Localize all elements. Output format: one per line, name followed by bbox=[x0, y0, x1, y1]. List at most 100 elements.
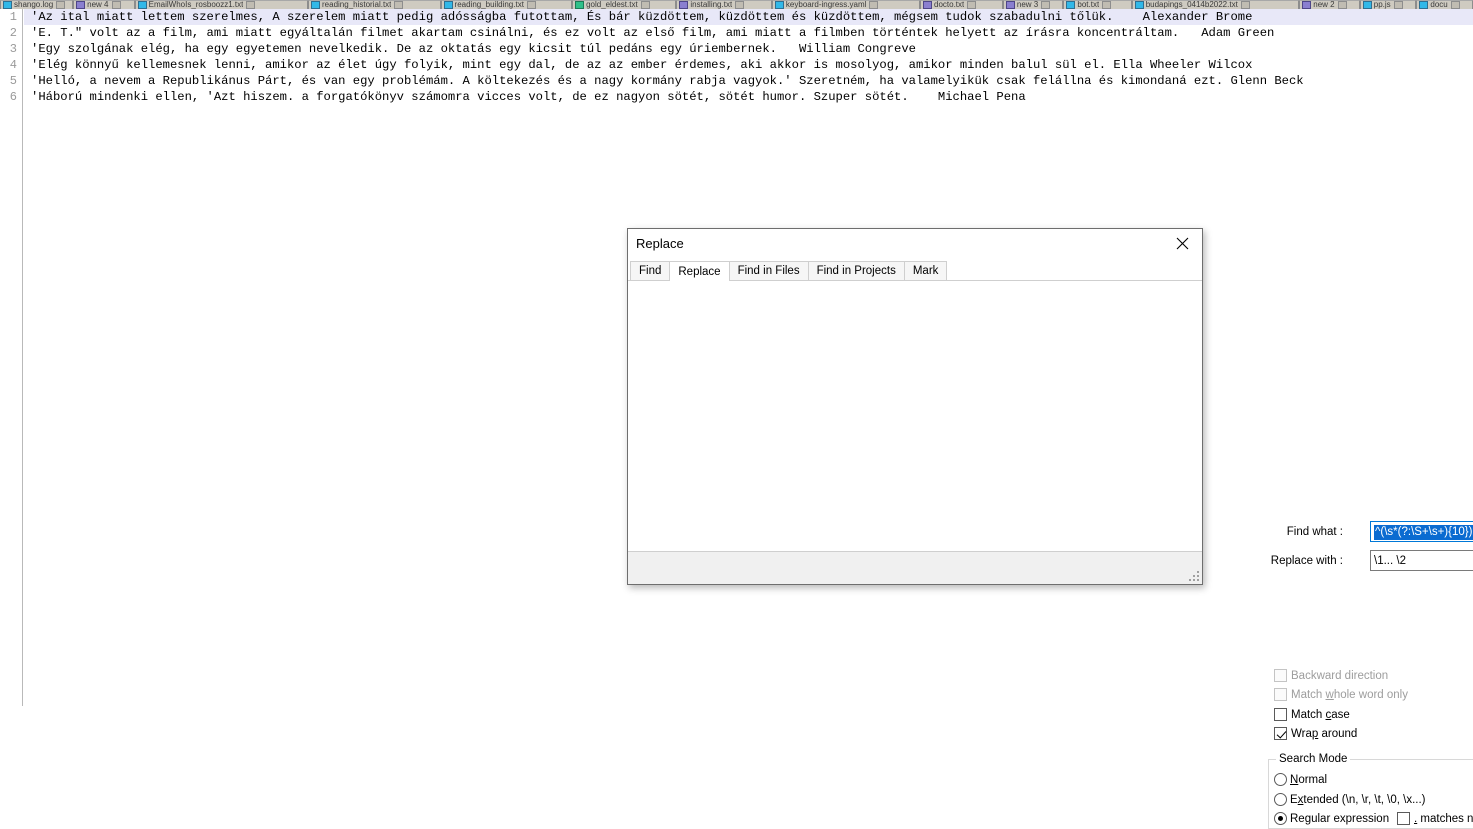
file-icon bbox=[1005, 1, 1015, 9]
replace-with-label: Replace with : bbox=[1270, 555, 1343, 567]
code-line[interactable]: 'Helló, a nevem a Republikánus Párt, és … bbox=[24, 73, 1473, 89]
close-icon[interactable] bbox=[967, 1, 977, 9]
dot-matches-newline-checkbox[interactable]: . matches newline bbox=[1397, 812, 1473, 825]
editor-tab[interactable]: bot.txt bbox=[1063, 0, 1132, 9]
editor-tab-label: keyboard-ingress.yaml bbox=[785, 0, 867, 9]
file-icon bbox=[3, 1, 12, 9]
dialog-tab-find-in-projects[interactable]: Find in Projects bbox=[807, 261, 905, 280]
close-icon[interactable] bbox=[526, 1, 536, 9]
close-icon[interactable] bbox=[1162, 229, 1202, 257]
match-case-label: Match case bbox=[1291, 708, 1350, 721]
editor-tab-label: new 3 bbox=[1016, 0, 1039, 9]
close-icon[interactable] bbox=[1337, 1, 1347, 9]
search-mode-regex-label: Regular expression bbox=[1290, 812, 1390, 825]
close-icon[interactable] bbox=[111, 1, 121, 9]
close-icon[interactable] bbox=[1041, 1, 1051, 9]
editor-tab[interactable]: docu bbox=[1416, 0, 1473, 9]
checkbox-box bbox=[1274, 688, 1287, 701]
wrap-around-checkbox[interactable]: Wrap around bbox=[1274, 727, 1357, 740]
checkbox-box bbox=[1274, 727, 1287, 740]
editor-tab[interactable]: docto.txt bbox=[920, 0, 1003, 9]
dialog-footer bbox=[628, 552, 1202, 584]
code-line[interactable]: 'Az ital miatt lettem szerelmes, A szere… bbox=[24, 9, 1473, 25]
close-icon[interactable] bbox=[1240, 1, 1250, 9]
search-mode-caption: Search Mode bbox=[1276, 753, 1351, 765]
file-icon bbox=[679, 1, 689, 9]
find-what-input[interactable]: ^(\s*(?:\S+\s+){10}).*\.\s*(.*) bbox=[1370, 521, 1473, 542]
dialog-tab-bar[interactable]: Find Replace Find in Files Find in Projects… bbox=[628, 261, 1202, 281]
close-icon[interactable] bbox=[56, 1, 66, 9]
match-whole-word-checkbox: Match whole word only bbox=[1274, 688, 1408, 701]
replace-with-input[interactable]: \1... \2 bbox=[1370, 550, 1473, 571]
file-icon bbox=[575, 1, 585, 9]
dialog-tab-mark[interactable]: Mark bbox=[903, 261, 948, 280]
wrap-around-label: Wrap around bbox=[1291, 727, 1358, 740]
editor-tab[interactable]: EmailWhoIs_rosboozz1.txt bbox=[134, 0, 309, 9]
file-icon bbox=[76, 1, 86, 9]
radio-circle bbox=[1274, 773, 1287, 786]
close-icon[interactable] bbox=[246, 1, 256, 9]
file-icon bbox=[774, 1, 784, 9]
editor-tab[interactable]: budapings_0414b2022.txt bbox=[1131, 0, 1300, 9]
editor-tab[interactable]: shango.log bbox=[0, 0, 74, 9]
close-icon[interactable] bbox=[1393, 1, 1403, 9]
checkbox-box bbox=[1397, 812, 1410, 825]
editor-tab[interactable]: pp.js bbox=[1359, 0, 1417, 9]
checkbox-box bbox=[1274, 708, 1287, 721]
editor-tab[interactable]: new 4 bbox=[73, 0, 135, 9]
match-case-checkbox[interactable]: Match case bbox=[1274, 708, 1350, 721]
close-icon[interactable] bbox=[640, 1, 650, 9]
close-icon[interactable] bbox=[869, 1, 879, 9]
dialog-tab-find[interactable]: Find bbox=[630, 261, 671, 280]
editor-tab-label: new 2 bbox=[1313, 0, 1335, 9]
editor-tab[interactable]: reading_historial.txt bbox=[308, 0, 441, 9]
editor-tab-label: shango.log bbox=[14, 0, 54, 9]
file-icon bbox=[1419, 1, 1429, 9]
backward-direction-label: Backward direction bbox=[1291, 669, 1389, 682]
search-mode-regex-radio[interactable]: Regular expression bbox=[1274, 812, 1389, 825]
editor-tab[interactable]: gold_eldest.txt bbox=[572, 0, 677, 9]
file-icon bbox=[923, 1, 932, 9]
search-mode-extended-radio[interactable]: Extended (\n, \r, \t, \0, \x...) bbox=[1274, 793, 1426, 806]
editor-tab[interactable]: keyboard-ingress.yaml bbox=[771, 0, 920, 9]
radio-circle bbox=[1274, 793, 1287, 806]
editor-tab-label: EmailWhoIs_rosboozz1.txt bbox=[148, 0, 244, 9]
radio-circle bbox=[1274, 812, 1287, 825]
close-icon[interactable] bbox=[1450, 1, 1460, 9]
editor-tab-label: pp.js bbox=[1373, 0, 1391, 9]
file-icon bbox=[1362, 1, 1372, 9]
search-mode-normal-radio[interactable]: Normal bbox=[1274, 773, 1327, 786]
editor-tab[interactable]: reading_building.txt bbox=[440, 0, 573, 9]
backward-direction-checkbox: Backward direction bbox=[1274, 669, 1388, 682]
match-whole-word-label: Match whole word only bbox=[1291, 688, 1408, 701]
code-line[interactable]: 'E. T." volt az a film, ami miatt egyált… bbox=[24, 25, 1473, 41]
line-number-gutter: 1 2 3 4 5 6 bbox=[0, 9, 23, 706]
file-icon bbox=[1066, 1, 1076, 9]
code-line[interactable]: 'Egy szolgának elég, ha egy egyetemen ne… bbox=[24, 41, 1473, 57]
code-line[interactable]: 'Háború mindenki ellen, 'Azt hiszem. a f… bbox=[24, 89, 1473, 105]
dialog-body: Find what : ^(\s*(?:\S+\s+){10}).*\.\s*(… bbox=[628, 281, 1473, 829]
editor-tab-label: docu bbox=[1430, 0, 1448, 9]
dialog-title-bar: Replace bbox=[628, 229, 1202, 261]
close-icon[interactable] bbox=[1102, 1, 1112, 9]
line-number: 1 bbox=[9, 10, 17, 24]
close-icon[interactable] bbox=[394, 1, 404, 9]
line-number: 2 bbox=[9, 26, 17, 40]
code-line[interactable]: 'Elég könnyű kellemesnek lenni, amikor a… bbox=[24, 57, 1473, 73]
editor-tab-label: budapings_0414b2022.txt bbox=[1145, 0, 1238, 9]
dialog-tab-find-in-files[interactable]: Find in Files bbox=[728, 261, 809, 280]
file-icon bbox=[1134, 1, 1144, 9]
file-icon bbox=[443, 1, 453, 9]
editor-tab[interactable]: new 2 bbox=[1299, 0, 1360, 9]
editor-tab[interactable]: new 3 bbox=[1002, 0, 1064, 9]
dialog-tab-replace[interactable]: Replace bbox=[669, 261, 730, 281]
editor-tab-label: new 4 bbox=[87, 0, 109, 9]
resize-grip-icon[interactable] bbox=[1189, 571, 1199, 581]
close-icon[interactable] bbox=[735, 1, 745, 9]
replace-dialog[interactable]: Replace Find Replace Find in Files Find in … bbox=[627, 228, 1473, 829]
line-number: 5 bbox=[9, 74, 17, 88]
editor-tab[interactable]: installing.txt bbox=[676, 0, 772, 9]
editor-tab-label: gold_eldest.txt bbox=[586, 0, 638, 9]
editor-tab-label: reading_historial.txt bbox=[322, 0, 392, 9]
search-mode-extended-label: Extended (\n, \r, \t, \0, \x...) bbox=[1290, 793, 1426, 806]
